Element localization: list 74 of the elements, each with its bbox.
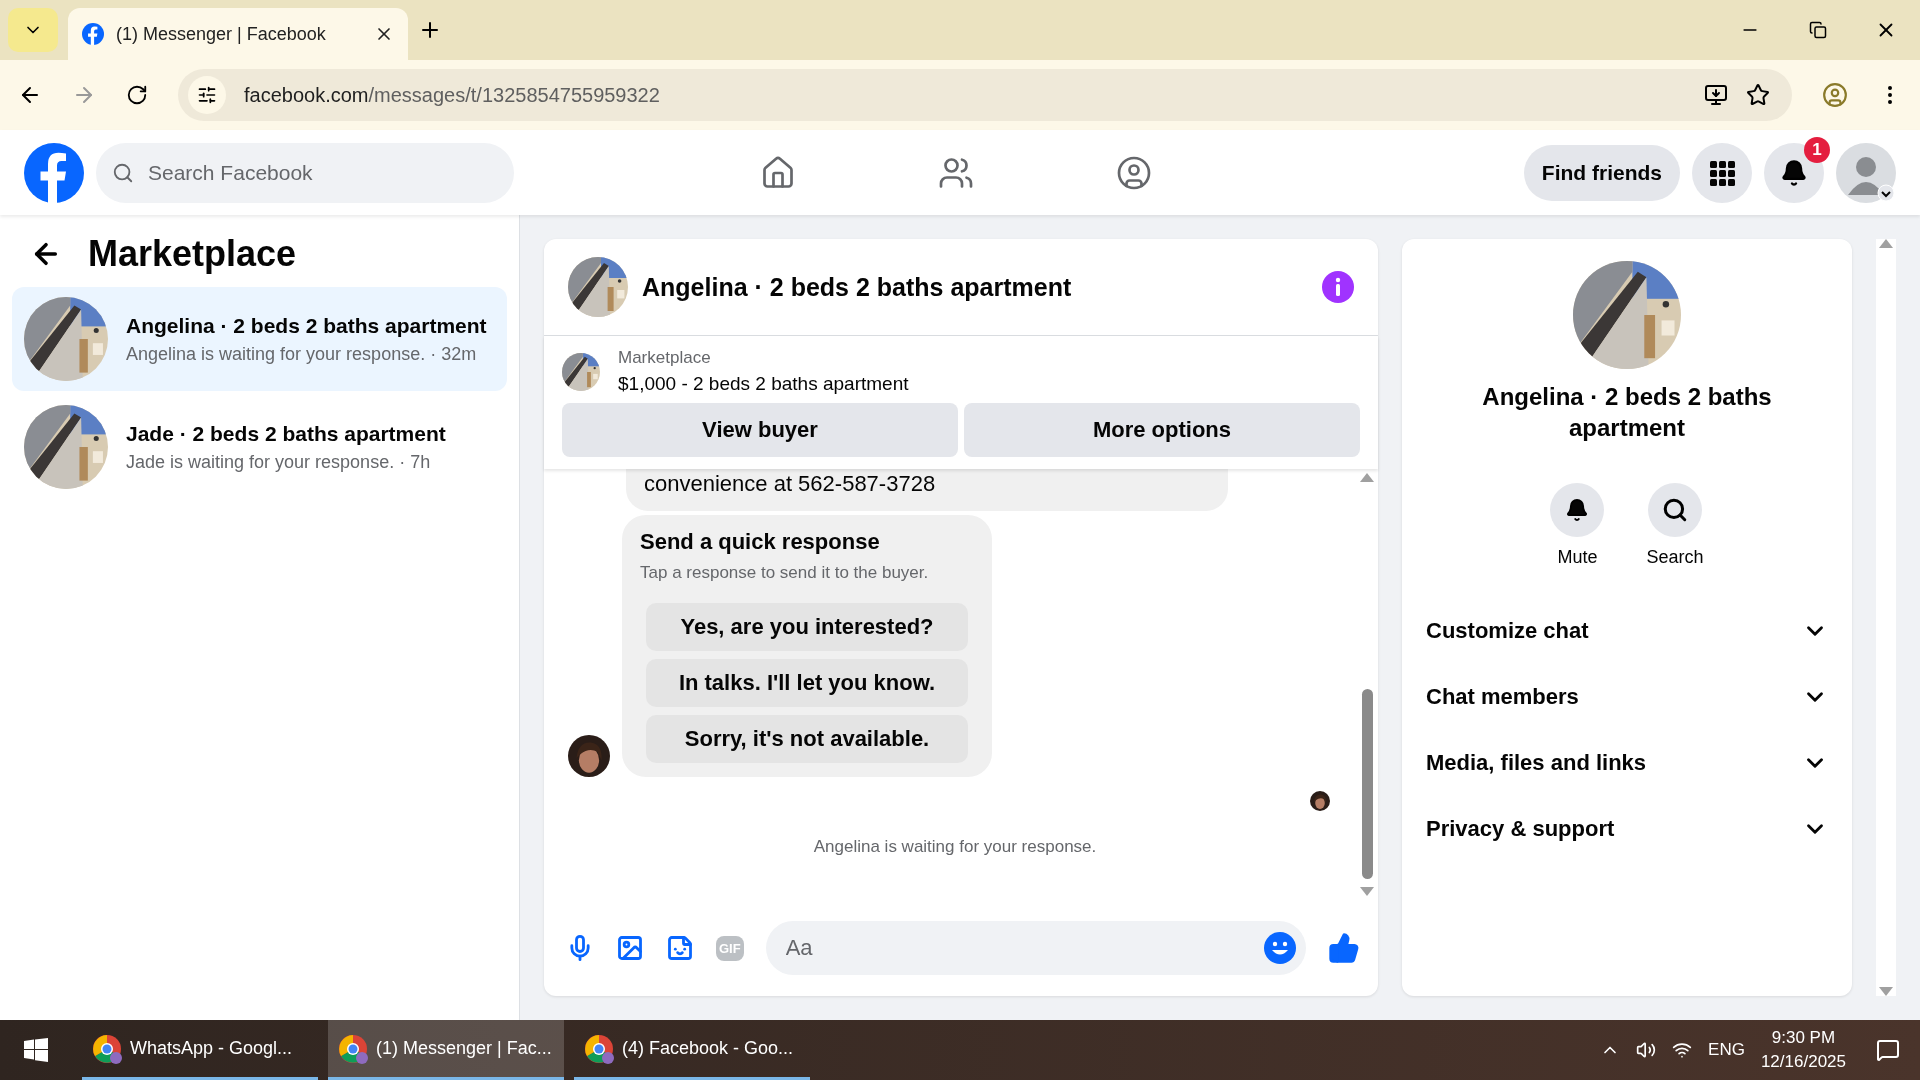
conversation-item[interactable]: Jade · 2 beds 2 baths apartment Jade is waiting for your response. · 7h [12, 395, 507, 499]
bell-icon [1780, 158, 1808, 187]
taskbar-app[interactable]: (1) Messenger | Fac... [328, 1020, 564, 1080]
quick-response-title: Send a quick response [640, 529, 881, 555]
message-field[interactable]: Aa [765, 921, 1306, 975]
search-icon [112, 161, 134, 184]
notifications-button[interactable] [1764, 142, 1824, 203]
facebook-icon [82, 23, 104, 45]
scroll-down-icon[interactable] [1360, 887, 1374, 896]
like-icon[interactable] [1328, 932, 1360, 964]
scroll-down-icon[interactable] [1879, 987, 1893, 996]
house-icon [760, 154, 796, 191]
action-label: Mute [1557, 547, 1598, 569]
message-bubble: convenience at 562-587-3728 [626, 469, 1228, 511]
bell-icon [1565, 498, 1590, 523]
find-friends-button[interactable]: Find friends [1523, 144, 1680, 201]
notification-badge: 1 [1804, 136, 1830, 163]
action-label: Search [1646, 547, 1704, 569]
profile-icon[interactable] [1822, 82, 1848, 108]
section-header[interactable]: Media, files and links [1402, 730, 1852, 797]
grid-icon [1709, 159, 1735, 186]
contact-name: Angelina · 2 beds 2 baths apartment [1481, 382, 1773, 444]
listing-label: Marketplace [618, 348, 712, 368]
person-circle-icon [1116, 154, 1152, 191]
section-header[interactable]: Privacy & support [1402, 796, 1852, 863]
quick-response-button[interactable]: Yes, are you interested? [646, 603, 968, 651]
quick-response-button[interactable]: Sorry, it's not available. [646, 715, 968, 763]
clock-date[interactable]: 12/16/2025 [1760, 1052, 1846, 1072]
taskbar-app[interactable]: WhatsApp - Googl... [82, 1020, 318, 1080]
sidebar-title: Marketplace [88, 233, 297, 275]
chrome-icon [584, 1033, 614, 1064]
message-input[interactable]: Aa [783, 934, 1264, 962]
reload-icon[interactable] [126, 84, 148, 106]
browser-tab[interactable]: (1) Messenger | Facebook [68, 8, 408, 60]
site-settings-icon[interactable] [197, 85, 217, 105]
listing-action-button[interactable]: View buyer [562, 403, 958, 457]
info-icon[interactable] [1322, 271, 1354, 303]
conversation-preview: Jade is waiting for your response. · 7h [126, 451, 432, 473]
search-field[interactable]: Search Facebook [96, 142, 514, 203]
conversation-item[interactable]: Angelina · 2 beds 2 baths apartment Angelina is waiting for your response. · 32m [12, 287, 507, 391]
quick-response-subtitle: Tap a response to send it to the buyer. [640, 563, 930, 583]
search-input[interactable]: Search Facebook [146, 159, 498, 186]
scroll-up-icon[interactable] [1879, 239, 1893, 248]
chat-title: Angelina · 2 beds 2 baths apartment [642, 272, 1073, 302]
notifications-icon[interactable] [1876, 1038, 1900, 1062]
bookmark-icon[interactable] [1746, 83, 1770, 107]
listing-action-button[interactable]: More options [964, 403, 1360, 457]
network-icon[interactable] [1672, 1040, 1693, 1060]
chrome-icon [338, 1033, 368, 1064]
sticker-icon[interactable] [666, 934, 694, 962]
search-icon [1662, 497, 1688, 524]
facebook-logo[interactable] [24, 142, 84, 203]
language-indicator[interactable]: ENG [1708, 1040, 1745, 1060]
emoji-icon[interactable] [1264, 932, 1296, 964]
scrollbar-thumb[interactable] [1361, 689, 1373, 879]
conversation-preview: Angelina is waiting for your response. · 32m [126, 343, 478, 365]
quick-response-button[interactable]: In talks. I'll let you know. [646, 659, 968, 707]
scroll-up-icon[interactable] [1360, 473, 1374, 482]
conversation-name: Angelina · 2 beds 2 baths apartment [126, 313, 487, 338]
chrome-icon [92, 1033, 122, 1064]
conversation-name: Jade · 2 beds 2 baths apartment [126, 421, 446, 446]
windows-icon[interactable] [24, 1038, 48, 1062]
install-icon[interactable] [1704, 83, 1728, 107]
taskbar-app[interactable]: (4) Facebook - Goo... [574, 1020, 810, 1080]
status-text: Angelina is waiting for your response. [813, 837, 1097, 857]
clock-time[interactable]: 9:30 PM [1771, 1028, 1836, 1048]
restore-icon[interactable] [1809, 21, 1827, 39]
section-header[interactable]: Chat members [1402, 664, 1852, 731]
section-header[interactable]: Customize chat [1402, 598, 1852, 665]
address-bar[interactable]: facebook.com/messages/t/1325854755959322 [178, 69, 1792, 121]
volume-icon[interactable] [1636, 1040, 1657, 1060]
listing-title: $1,000 - 2 beds 2 baths apartment [618, 373, 909, 395]
image-icon[interactable] [616, 934, 644, 962]
search-button[interactable] [1648, 483, 1702, 538]
